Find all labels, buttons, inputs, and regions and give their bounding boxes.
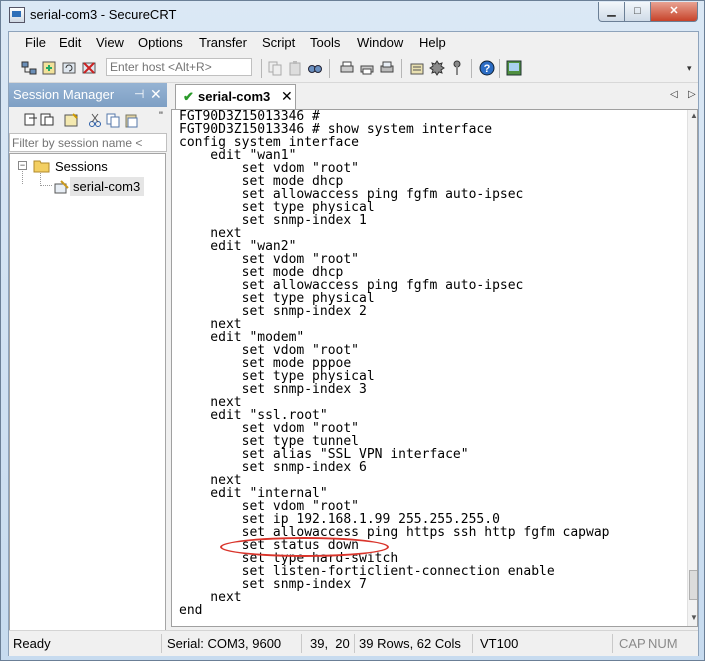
tree-line (40, 185, 52, 187)
status-emulation: VT100 (480, 636, 519, 651)
sm-paste-icon[interactable] (123, 112, 139, 128)
menu-view[interactable]: View (96, 35, 124, 50)
print-icon[interactable] (339, 60, 355, 76)
global-options-icon[interactable] (429, 60, 445, 76)
toolbar-separator (329, 59, 330, 78)
tree-item-sessions[interactable]: Sessions (55, 159, 108, 174)
session-tree: − Sessions serial-com3 (9, 153, 166, 631)
toolbar: ? ▾ (9, 55, 698, 83)
folder-icon (33, 160, 50, 173)
tree-line (40, 171, 42, 186)
help-icon[interactable]: ? (479, 60, 495, 76)
tab-scroll-right-icon[interactable]: ▷ (688, 89, 696, 100)
close-button[interactable]: ✕ (650, 2, 698, 22)
scroll-up-icon[interactable]: ▲ (690, 111, 697, 120)
find-icon[interactable] (307, 60, 323, 76)
tab-close-icon[interactable]: ✕ (281, 88, 293, 105)
scroll-down-icon[interactable]: ▼ (690, 613, 697, 622)
svg-text:?: ? (484, 63, 491, 75)
status-separator (301, 634, 302, 653)
menu-bar: File Edit View Options Transfer Script T… (9, 32, 698, 54)
menu-help[interactable]: Help (419, 35, 446, 50)
key-icon[interactable] (449, 60, 465, 76)
sm-new-session-icon[interactable] (63, 112, 79, 128)
sm-connect-icon[interactable] (23, 112, 39, 128)
session-manager-title: Session Manager (13, 87, 115, 102)
connect-icon[interactable] (21, 60, 37, 76)
terminal-line: end (179, 603, 203, 618)
toolbar-overflow-icon[interactable]: ▾ (687, 63, 692, 74)
session-icon (54, 180, 69, 194)
minimize-button[interactable]: ▁ (598, 2, 625, 22)
status-bar: Ready Serial: COM3, 9600 39, 20 39 Rows,… (9, 630, 698, 656)
terminal-scrollbar[interactable]: ▲ ▼ (687, 110, 697, 626)
menu-options[interactable]: Options (138, 35, 183, 50)
status-separator (612, 634, 613, 653)
client-area: File Edit View Options Transfer Script T… (8, 31, 699, 656)
reconnect-icon[interactable] (61, 60, 77, 76)
status-separator (472, 634, 473, 653)
status-serial: Serial: COM3, 9600 (167, 636, 282, 651)
paste-icon[interactable] (287, 60, 303, 76)
window-title: serial-com3 - SecureCRT (30, 7, 177, 22)
status-terminal-size: 39 Rows, 62 Cols (359, 636, 461, 651)
session-manager-toolbar: " (9, 108, 167, 132)
terminal-view[interactable]: FGT90D3Z15013346 # FGT90D3Z15013346 # sh… (171, 109, 698, 627)
session-manager-pane: Session Manager ⊣ ✕ " − Sessions (9, 83, 167, 631)
quick-connect-icon[interactable] (41, 60, 57, 76)
print-screen-icon[interactable] (379, 60, 395, 76)
copy-icon[interactable] (267, 60, 283, 76)
menu-edit[interactable]: Edit (59, 35, 81, 50)
sm-toolbar-overflow-icon[interactable]: " (159, 110, 163, 122)
tree-collapse-icon[interactable]: − (18, 161, 27, 170)
toolbar-separator (499, 59, 500, 78)
status-caps-lock: CAP (619, 636, 646, 651)
status-separator (354, 634, 355, 653)
sftp-icon[interactable] (506, 60, 522, 76)
session-manager-header: Session Manager ⊣ ✕ (9, 83, 167, 107)
status-cursor-position: 39, 20 (310, 636, 350, 651)
tree-item-serial-com3[interactable]: serial-com3 (73, 179, 140, 194)
session-options-icon[interactable] (409, 60, 425, 76)
tab-label: serial-com3 (198, 89, 271, 104)
title-bar[interactable]: serial-com3 - SecureCRT ▁ □ ✕ (1, 1, 704, 31)
pin-icon[interactable]: ⊣ (134, 87, 144, 101)
toolbar-separator (261, 59, 262, 78)
tab-scroll-left-icon[interactable]: ◁ (670, 89, 678, 100)
sm-connect-tab-icon[interactable] (39, 112, 55, 128)
terminal-output[interactable]: FGT90D3Z15013346 # FGT90D3Z15013346 # sh… (179, 110, 609, 617)
enter-host-input[interactable] (106, 58, 252, 76)
tree-line (22, 171, 24, 184)
print-selection-icon[interactable] (359, 60, 375, 76)
cut-icon[interactable] (87, 112, 103, 128)
tab-serial-com3[interactable]: ✔ serial-com3 ✕ (175, 84, 296, 109)
disconnect-icon[interactable] (81, 60, 97, 76)
menu-window[interactable]: Window (357, 35, 403, 50)
menu-script[interactable]: Script (262, 35, 295, 50)
scrollbar-thumb[interactable] (689, 570, 697, 600)
tab-bar: ✔ serial-com3 ✕ ◁ ▷ (171, 83, 698, 110)
toolbar-separator (401, 59, 402, 78)
sm-copy-icon[interactable] (105, 112, 121, 128)
toolbar-separator (471, 59, 472, 78)
menu-file[interactable]: File (25, 35, 46, 50)
menu-tools[interactable]: Tools (310, 35, 340, 50)
securecrt-app-icon[interactable] (9, 7, 25, 23)
session-filter-input[interactable] (9, 133, 167, 152)
status-num-lock: NUM (648, 636, 678, 651)
app-window: serial-com3 - SecureCRT ▁ □ ✕ File Edit … (0, 0, 705, 661)
maximize-button[interactable]: □ (624, 2, 651, 22)
menu-transfer[interactable]: Transfer (199, 35, 247, 50)
status-ready: Ready (13, 636, 51, 651)
status-separator (161, 634, 162, 653)
connected-check-icon: ✔ (183, 89, 194, 104)
session-manager-close-icon[interactable]: ✕ (150, 86, 162, 103)
